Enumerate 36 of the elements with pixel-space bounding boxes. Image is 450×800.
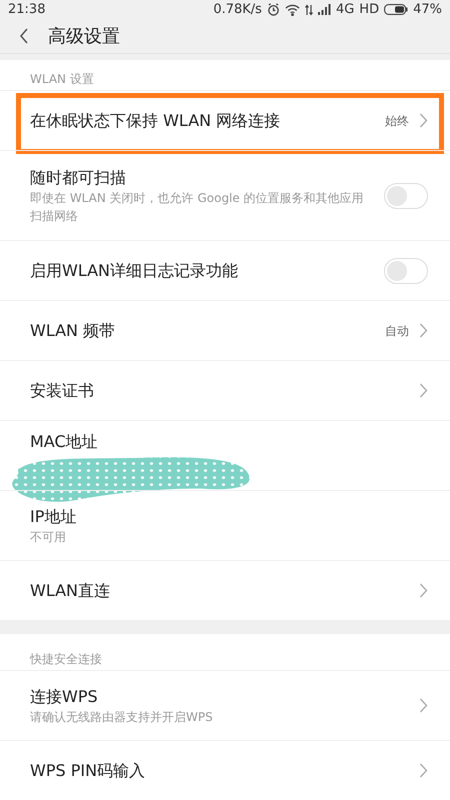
chevron-icon bbox=[419, 323, 428, 338]
section-header: WLAN 设置 bbox=[30, 71, 94, 88]
network-type: 4G bbox=[336, 1, 354, 19]
battery-percent: 47% bbox=[413, 1, 442, 19]
chevron-icon bbox=[419, 763, 428, 778]
row-title: 随时都可扫描 bbox=[30, 166, 127, 188]
hd-label: HD bbox=[359, 1, 380, 19]
chevron-icon bbox=[419, 583, 428, 598]
row-value: 始终 bbox=[385, 112, 409, 130]
row-title: WPS PIN码输入 bbox=[30, 760, 146, 782]
battery-icon bbox=[384, 4, 408, 16]
row-title: 启用WLAN详细日志记录功能 bbox=[30, 260, 240, 282]
row-title: MAC地址 bbox=[30, 431, 99, 453]
row-title: WLAN 频带 bbox=[30, 320, 116, 342]
row-title: 在休眠状态下保持 WLAN 网络连接 bbox=[30, 110, 282, 132]
row-subtitle: 请确认无线路由器支持并开启WPS bbox=[30, 708, 214, 726]
row-subtitle: 即使在 WLAN 关闭时，也允许 Google 的位置服务和其他应用扫描网络 bbox=[30, 190, 365, 224]
status-time: 21:38 bbox=[8, 1, 46, 19]
row-title: 连接WPS bbox=[30, 686, 99, 708]
row-title: IP地址 bbox=[30, 506, 78, 528]
wifi-icon bbox=[284, 4, 300, 16]
chevron-icon bbox=[419, 698, 428, 713]
row-title: 安装证书 bbox=[30, 380, 95, 402]
section-header: 快捷安全连接 bbox=[30, 651, 102, 668]
alarm-icon bbox=[266, 3, 280, 16]
chevron-icon bbox=[419, 113, 428, 128]
page-title: 高级设置 bbox=[48, 24, 120, 49]
toggle-switch[interactable] bbox=[384, 182, 428, 208]
network-speed: 0.78K/s bbox=[213, 1, 262, 19]
signal-icon bbox=[318, 4, 331, 16]
chevron-icon bbox=[419, 383, 428, 398]
data-arrows-icon bbox=[304, 4, 313, 16]
row-subtitle: 不可用 bbox=[30, 528, 67, 546]
row-value: 自动 bbox=[385, 322, 409, 340]
row-title: WLAN直连 bbox=[30, 580, 112, 602]
toggle-switch[interactable] bbox=[384, 258, 428, 284]
